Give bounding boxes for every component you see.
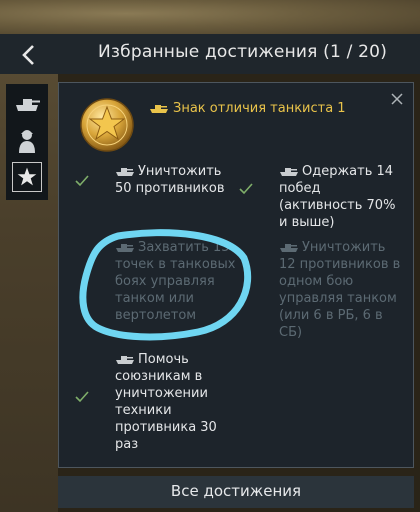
star-icon bbox=[17, 167, 37, 186]
soldier-icon bbox=[19, 130, 35, 153]
checkmark-icon bbox=[239, 183, 253, 195]
tank-icon bbox=[116, 243, 134, 252]
tank-icon bbox=[280, 243, 298, 252]
condition-item: Захватить 15 точек в танковых боях управ… bbox=[115, 240, 236, 323]
gold-star-medal-icon bbox=[80, 98, 134, 152]
back-button[interactable] bbox=[14, 42, 44, 68]
sidebar-item-tanks[interactable] bbox=[12, 90, 42, 120]
tank-icon bbox=[116, 355, 134, 364]
page-title: Избранные достижения (1 / 20) bbox=[98, 42, 388, 62]
sidebar-item-soldier[interactable] bbox=[12, 126, 42, 156]
tank-icon bbox=[16, 99, 40, 111]
all-achievements-button[interactable]: Все достижения bbox=[58, 476, 414, 508]
chevron-left-icon bbox=[22, 45, 34, 65]
achievement-card: Знак отличия танкиста 1 Уничтожить 50 пр… bbox=[58, 82, 414, 468]
condition-item: Одержать 14 побед (активность 70% и выше… bbox=[279, 164, 396, 230]
tank-icon bbox=[150, 104, 168, 113]
tank-icon bbox=[116, 167, 134, 176]
all-achievements-label: Все достижения bbox=[170, 482, 302, 500]
background-terrain bbox=[0, 0, 420, 34]
tank-icon bbox=[280, 167, 298, 176]
condition-item: Уничтожить 12 противников в одном бою уп… bbox=[279, 240, 401, 340]
condition-item: Уничтожить 50 противников bbox=[115, 164, 225, 196]
checkmark-icon bbox=[75, 391, 89, 403]
achievement-title-text: Знак отличия танкиста 1 bbox=[173, 101, 346, 116]
close-icon[interactable] bbox=[389, 91, 405, 107]
achievement-title: Знак отличия танкиста 1 bbox=[149, 101, 346, 116]
category-sidebar bbox=[6, 84, 48, 200]
title-bar: Избранные достижения (1 / 20) bbox=[0, 34, 420, 74]
sidebar-item-favorites[interactable] bbox=[12, 162, 42, 192]
condition-item: Помочь союзникам в уничтожении техники п… bbox=[115, 352, 217, 452]
checkmark-icon bbox=[75, 175, 89, 187]
